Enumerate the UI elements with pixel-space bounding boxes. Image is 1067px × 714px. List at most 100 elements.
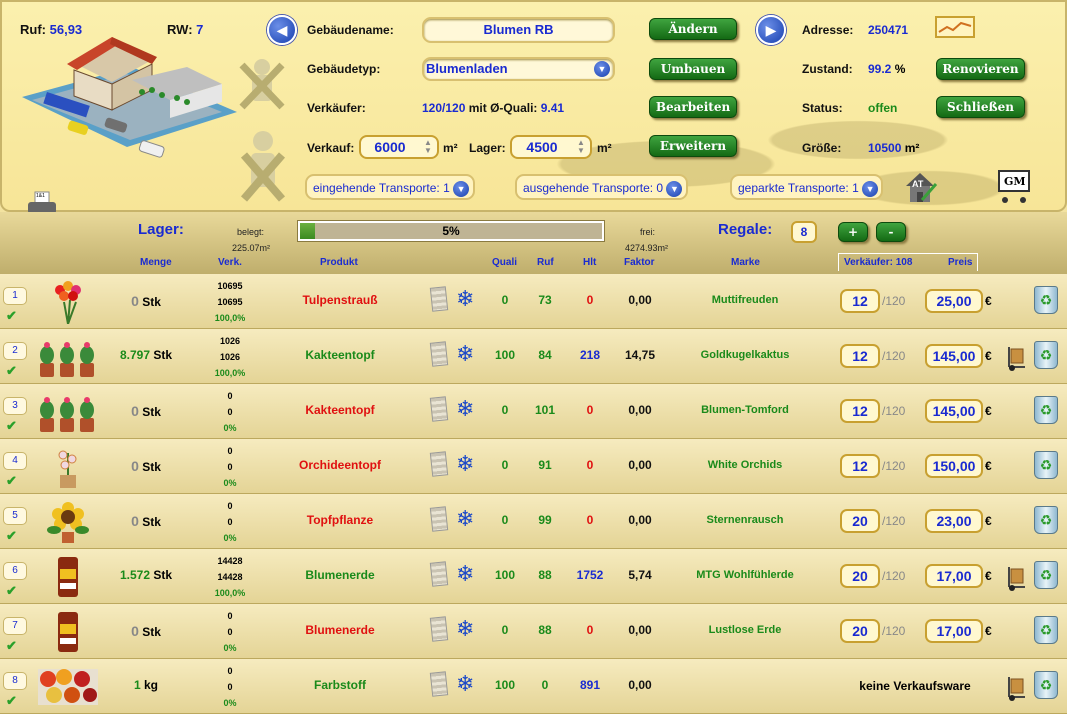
document-icon[interactable]: [429, 396, 449, 422]
quali-value: 9.41: [540, 101, 565, 115]
price-input[interactable]: 145,00: [925, 399, 983, 423]
schliessen-button[interactable]: Schließen: [936, 96, 1025, 118]
recycle-bin-icon[interactable]: ♻: [1034, 616, 1058, 644]
shelf-number[interactable]: 2: [3, 342, 27, 360]
next-building-button[interactable]: ▶: [756, 15, 786, 45]
recycle-bin-icon[interactable]: ♻: [1034, 396, 1058, 424]
sellers-input[interactable]: 12: [840, 399, 880, 423]
shelf-number[interactable]: 7: [3, 617, 27, 635]
building-type-select[interactable]: Blumenladen ▼: [422, 57, 615, 81]
shelf-number[interactable]: 1: [3, 287, 27, 305]
add-shelf-button[interactable]: +: [838, 222, 868, 242]
snowflake-icon[interactable]: ❄: [456, 342, 474, 366]
shelf-number[interactable]: 3: [3, 397, 27, 415]
col-verk: Verk.: [218, 257, 242, 268]
tulip-bouquet-image: [36, 280, 100, 325]
hand-truck-icon[interactable]: [1003, 675, 1029, 701]
hand-truck-icon[interactable]: [1003, 565, 1029, 591]
shelf-number[interactable]: 5: [3, 507, 27, 525]
price-input[interactable]: 150,00: [925, 454, 983, 478]
col-hlt: Hlt: [583, 257, 597, 268]
building-name-field[interactable]: Blumen RB: [422, 17, 615, 43]
snowflake-icon[interactable]: ❄: [456, 562, 474, 586]
hand-truck-icon[interactable]: [1003, 345, 1029, 371]
verkaeufer-label: Verkäufer:: [307, 101, 366, 115]
quantity-unit: Stk: [142, 625, 161, 639]
product-name: Kakteentopf: [305, 348, 375, 362]
lager-area-stepper[interactable]: 4500 ▲ ▼: [510, 135, 592, 159]
price-input[interactable]: 17,00: [925, 564, 983, 588]
quantity: 8.797 Stk: [108, 348, 184, 362]
shelf-number[interactable]: 4: [3, 452, 27, 470]
product-name: Farbstoff: [314, 678, 366, 692]
verkauf-area-stepper[interactable]: 6000 ▲ ▼: [359, 135, 439, 159]
sales-percent: 0%: [223, 643, 237, 653]
sellers-input[interactable]: 20: [840, 509, 880, 533]
frei-label: frei:: [640, 227, 656, 237]
table-row: 7 ✔ 0 Stk 0 0 0% Blumenerde ❄ 0 88 0 0,00 …: [0, 604, 1067, 659]
snowflake-icon[interactable]: ❄: [456, 672, 474, 696]
recycle-bin-icon[interactable]: ♻: [1034, 671, 1058, 699]
sellers-max: /120: [882, 349, 906, 363]
snowflake-icon[interactable]: ❄: [456, 397, 474, 421]
recycle-bin-icon[interactable]: ♻: [1034, 451, 1058, 479]
table-row: 8 ✔ 1 kg 0 0 0% Farbstoff ❄ 100 0 891 0,00…: [0, 659, 1067, 714]
chevron-down-icon: ▼: [862, 181, 879, 197]
sales-value-1: 0: [227, 501, 233, 511]
quali-value: 0: [501, 458, 509, 472]
parked-transports-select[interactable]: geparkte Transporte: 1 ▼: [730, 174, 883, 200]
remove-shelf-button[interactable]: -: [876, 222, 906, 242]
sales-percent: 100,0%: [214, 368, 246, 378]
sales-stats: 0 0 0%: [200, 388, 260, 436]
gm-cart-icon[interactable]: GM: [995, 167, 1035, 205]
snowflake-icon[interactable]: ❄: [456, 617, 474, 641]
sellers-input[interactable]: 20: [840, 564, 880, 588]
prev-building-button[interactable]: ◀: [267, 15, 297, 45]
lager-unit: m²: [597, 141, 612, 155]
outgoing-transports-select[interactable]: ausgehende Transporte: 0 ▼: [515, 174, 688, 200]
price-input[interactable]: 145,00: [925, 344, 983, 368]
storage-progress-text: 5%: [442, 224, 460, 238]
price-input[interactable]: 17,00: [925, 619, 983, 643]
groesse-stat: 10500 m²: [868, 141, 919, 155]
quantity: 0 Stk: [108, 403, 184, 419]
price-input[interactable]: 25,00: [925, 289, 983, 313]
document-icon[interactable]: [429, 341, 449, 367]
hlt-value: 1752: [576, 568, 604, 582]
umbauen-button[interactable]: Umbauen: [649, 58, 737, 80]
stepper-arrows-icon[interactable]: ▲ ▼: [574, 139, 588, 155]
bearbeiten-button[interactable]: Bearbeiten: [649, 96, 737, 118]
snowflake-icon[interactable]: ❄: [456, 287, 474, 311]
col-preis: Preis: [948, 257, 973, 268]
sellers-input[interactable]: 12: [840, 289, 880, 313]
recycle-bin-icon[interactable]: ♻: [1034, 341, 1058, 369]
aendern-button[interactable]: Ändern: [649, 18, 737, 40]
price-input[interactable]: 23,00: [925, 509, 983, 533]
sellers-input[interactable]: 20: [840, 619, 880, 643]
shelf-number[interactable]: 8: [3, 672, 27, 690]
at-house-icon[interactable]: AT: [902, 170, 938, 204]
document-icon[interactable]: [429, 671, 449, 697]
recycle-bin-icon[interactable]: ♻: [1034, 286, 1058, 314]
sales-percent: 100,0%: [214, 313, 246, 323]
document-icon[interactable]: [429, 506, 449, 532]
recycle-bin-icon[interactable]: ♻: [1034, 561, 1058, 589]
chart-graph-icon[interactable]: [935, 16, 975, 38]
incoming-transports-select[interactable]: eingehende Transporte: 1 ▼: [305, 174, 475, 200]
document-icon[interactable]: [429, 561, 449, 587]
snowflake-icon[interactable]: ❄: [456, 452, 474, 476]
snowflake-icon[interactable]: ❄: [456, 507, 474, 531]
shelf-number[interactable]: 6: [3, 562, 27, 580]
erweitern-button[interactable]: Erweitern: [649, 135, 737, 157]
building-type-value: Blumenladen: [426, 61, 508, 76]
sellers-input[interactable]: 12: [840, 454, 880, 478]
renovieren-button[interactable]: Renovieren: [936, 58, 1025, 80]
document-icon[interactable]: [429, 616, 449, 642]
verkaeufer-value: 120/120: [422, 101, 466, 115]
sellers-input[interactable]: 12: [840, 344, 880, 368]
document-icon[interactable]: [429, 286, 449, 312]
cactus-pots-image: [36, 390, 100, 434]
stepper-arrows-icon[interactable]: ▲ ▼: [421, 139, 435, 155]
document-icon[interactable]: [429, 451, 449, 477]
recycle-bin-icon[interactable]: ♻: [1034, 506, 1058, 534]
